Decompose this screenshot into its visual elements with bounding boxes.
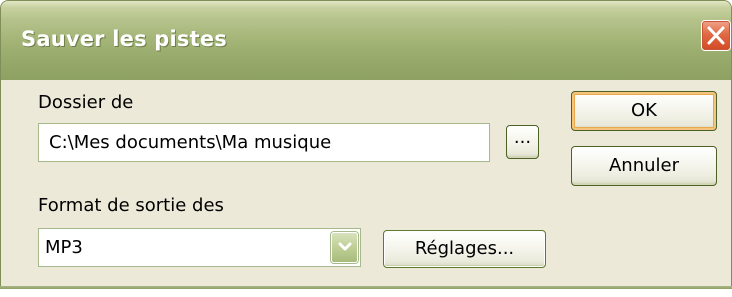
folder-path-input[interactable]: C:\Mes documents\Ma musique bbox=[38, 123, 490, 162]
close-icon bbox=[707, 26, 725, 45]
window-title: Sauver les pistes bbox=[21, 27, 228, 51]
format-selected-value: MP3 bbox=[45, 237, 83, 258]
title-bar[interactable]: Sauver les pistes bbox=[0, 0, 732, 80]
folder-label: Dossier de bbox=[38, 92, 134, 113]
settings-button[interactable]: Réglages... bbox=[383, 230, 546, 268]
cancel-button[interactable]: Annuler bbox=[571, 146, 717, 186]
dialog-window: Sauver les pistes Dossier de C:\Mes docu… bbox=[0, 0, 732, 297]
format-label: Format de sortie des bbox=[38, 195, 224, 216]
chevron-down-icon bbox=[338, 242, 352, 251]
ok-button[interactable]: OK bbox=[571, 91, 717, 131]
browse-button[interactable]: ... bbox=[506, 125, 539, 159]
close-button[interactable] bbox=[701, 20, 731, 51]
window-outer-edge bbox=[0, 289, 732, 297]
dropdown-button[interactable] bbox=[331, 232, 358, 263]
format-select[interactable]: MP3 bbox=[38, 228, 361, 267]
